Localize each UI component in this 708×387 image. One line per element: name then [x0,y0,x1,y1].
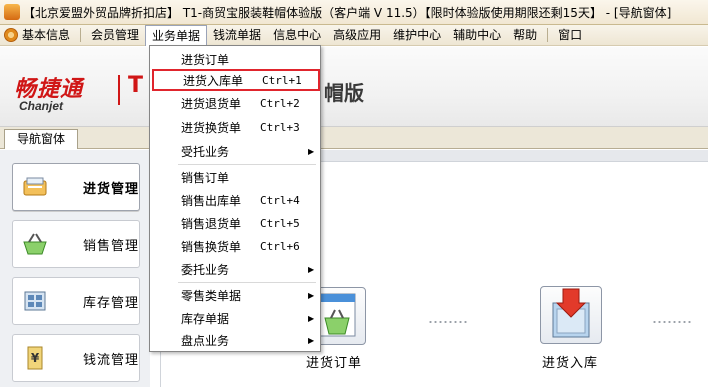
menu-basic-info[interactable]: 基本信息 [0,25,76,45]
menu-item-label: 进货退货单 [181,96,242,111]
gear-icon [4,28,18,42]
menu-separator [547,28,549,42]
nav-cashflow-management[interactable]: ¥ 钱流管理 [12,334,140,382]
menu-basic-info-label: 基本信息 [22,28,71,42]
inventory-icon [21,287,49,315]
business-docs-dropdown: 进货订单 进货入库单 Ctrl+1 进货退货单 Ctrl+2 进货换货单 Ctr… [149,45,321,352]
menu-auxiliary[interactable]: 辅助中心 [447,25,507,45]
purchase-in-button[interactable] [540,286,602,344]
submenu-arrow-icon: ▶ [308,146,315,156]
menu-item-label: 盘点业务 [181,333,230,348]
product-logo-t: T [128,73,144,98]
product-edition-text: 帽版 [324,81,364,105]
purchase-in-label: 进货入库 [542,356,599,371]
menu-maintenance[interactable]: 维护中心 [387,25,447,45]
menu-help[interactable]: 帮助 [507,25,543,45]
menu-separator [80,28,82,42]
menu-item-consigned-business[interactable]: 受托业务 ▶ [150,140,320,162]
menu-item-shortcut: Ctrl+4 [260,193,300,207]
nav-purchase-management[interactable]: 进货管理 [12,163,140,211]
nav-inventory-management[interactable]: 库存管理 [12,277,140,325]
product-banner: 畅捷通 Chanjet T 帽版 [0,47,708,127]
menu-item-stocktake[interactable]: 盘点业务 ▶ [150,329,320,351]
menu-item-label: 销售订单 [181,170,230,185]
menu-item-label: 销售出库单 [181,193,242,208]
app-icon [4,4,20,20]
svg-text:¥: ¥ [31,351,40,365]
menu-item-sales-exchange[interactable]: 销售换货单 Ctrl+6 [150,235,320,257]
menu-window[interactable]: 窗口 [552,25,588,45]
menu-item-shortcut: Ctrl+3 [260,120,300,134]
submenu-arrow-icon: ▶ [308,264,315,274]
menu-advanced[interactable]: 高级应用 [327,25,387,45]
logo-divider [118,75,120,105]
workflow-connector [652,321,692,323]
menu-divider [178,282,316,283]
menu-info-center[interactable]: 信息中心 [267,25,327,45]
menu-item-shortcut: Ctrl+2 [260,96,300,110]
purchase-order-label: 进货订单 [306,356,363,371]
menu-item-shortcut: Ctrl+1 [262,73,302,87]
menu-item-label: 零售类单据 [181,288,242,303]
menu-item-sales-order[interactable]: 销售订单 [150,166,320,188]
menu-item-sales-out[interactable]: 销售出库单 Ctrl+4 [150,189,320,211]
submenu-arrow-icon: ▶ [308,290,315,300]
basket-icon [21,230,49,258]
menu-item-purchase-exchange[interactable]: 进货换货单 Ctrl+3 [150,116,320,138]
menu-item-shortcut: Ctrl+5 [260,216,300,230]
window-title: 【北京爱盟外贸品牌折扣店】 T1-商贸宝服装鞋帽体验版（客户端 V 11.5）【… [23,5,672,20]
menu-item-retail-docs[interactable]: 零售类单据 ▶ [150,284,320,306]
purchase-icon [21,173,49,201]
menu-divider [178,164,316,165]
menu-item-label: 销售退货单 [181,216,242,231]
submenu-arrow-icon: ▶ [308,335,315,345]
menu-item-label: 委托业务 [181,262,230,277]
nav-label: 销售管理 [83,238,140,254]
menu-cashflow-docs[interactable]: 钱流单据 [207,25,267,45]
workflow-connector [428,321,468,323]
tab-navigation-form[interactable]: 导航窗体 [4,129,79,149]
menu-item-shortcut: Ctrl+6 [260,239,300,253]
title-bar: 【北京爱盟外贸品牌折扣店】 T1-商贸宝服装鞋帽体验版（客户端 V 11.5）【… [0,0,708,25]
menu-item-label: 进货换货单 [181,120,242,135]
menu-item-purchase-return[interactable]: 进货退货单 Ctrl+2 [150,92,320,114]
menu-item-label: 进货订单 [181,52,230,67]
menu-item-entrusted-business[interactable]: 委托业务 ▶ [150,258,320,280]
menu-item-sales-return[interactable]: 销售退货单 Ctrl+5 [150,212,320,234]
menu-item-label: 销售换货单 [181,239,242,254]
money-icon: ¥ [21,344,49,372]
menu-bar: 基本信息 会员管理 业务单据 钱流单据 信息中心 高级应用 维护中心 辅助中心 … [0,24,708,46]
brand-logo-sub: Chanjet [19,99,64,113]
nav-label: 进货管理 [83,181,140,197]
menu-item-purchase-in[interactable]: 进货入库单 Ctrl+1 [152,69,320,91]
menu-item-label: 库存单据 [181,311,230,326]
menu-member[interactable]: 会员管理 [85,25,145,45]
menu-item-label: 受托业务 [181,144,230,159]
menu-business-docs[interactable]: 业务单据 [145,24,208,46]
purchase-in-icon [552,288,590,338]
menu-item-inventory-docs[interactable]: 库存单据 ▶ [150,307,320,329]
submenu-arrow-icon: ▶ [308,313,315,323]
menu-item-label: 进货入库单 [183,73,244,88]
nav-label: 库存管理 [83,295,140,311]
menu-item-purchase-order[interactable]: 进货订单 [150,48,320,70]
nav-sales-management[interactable]: 销售管理 [12,220,140,268]
window-tab-strip: 导航窗体 [0,127,708,149]
nav-label: 钱流管理 [83,352,140,368]
